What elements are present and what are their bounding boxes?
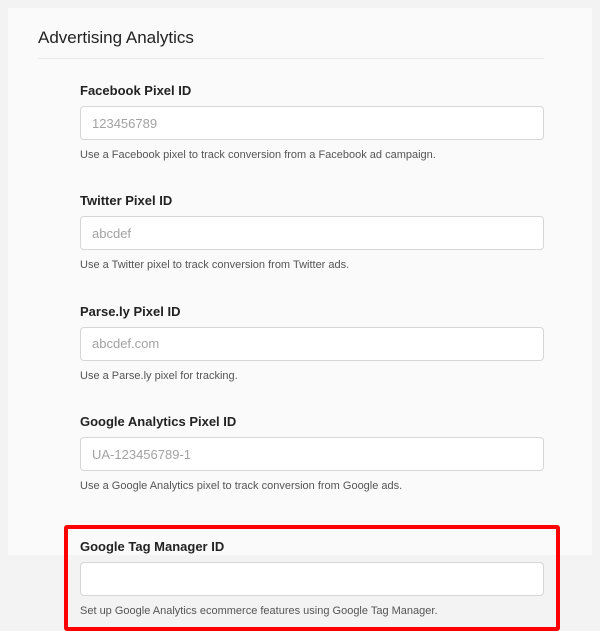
twitter-pixel-input[interactable] <box>80 216 544 250</box>
twitter-pixel-field: Twitter Pixel ID Use a Twitter pixel to … <box>80 193 544 273</box>
settings-panel: Advertising Analytics Facebook Pixel ID … <box>8 8 592 555</box>
facebook-pixel-field: Facebook Pixel ID Use a Facebook pixel t… <box>80 83 544 163</box>
google-analytics-input[interactable] <box>80 437 544 471</box>
gtm-field: Google Tag Manager ID Set up Google Anal… <box>80 539 544 619</box>
google-analytics-field: Google Analytics Pixel ID Use a Google A… <box>80 414 544 494</box>
highlight-box: Google Tag Manager ID Set up Google Anal… <box>64 525 560 631</box>
facebook-pixel-help: Use a Facebook pixel to track conversion… <box>80 148 544 163</box>
twitter-pixel-help: Use a Twitter pixel to track conversion … <box>80 258 544 273</box>
parsely-pixel-label: Parse.ly Pixel ID <box>80 304 544 319</box>
gtm-help: Set up Google Analytics ecommerce featur… <box>80 604 544 619</box>
fields-container: Facebook Pixel ID Use a Facebook pixel t… <box>38 83 544 631</box>
google-analytics-help: Use a Google Analytics pixel to track co… <box>80 479 544 494</box>
parsely-pixel-input[interactable] <box>80 327 544 361</box>
page-title: Advertising Analytics <box>38 28 544 59</box>
parsely-pixel-help: Use a Parse.ly pixel for tracking. <box>80 369 544 384</box>
facebook-pixel-input[interactable] <box>80 106 544 140</box>
gtm-label: Google Tag Manager ID <box>80 539 544 554</box>
google-analytics-label: Google Analytics Pixel ID <box>80 414 544 429</box>
parsely-pixel-field: Parse.ly Pixel ID Use a Parse.ly pixel f… <box>80 304 544 384</box>
gtm-input[interactable] <box>80 562 544 596</box>
twitter-pixel-label: Twitter Pixel ID <box>80 193 544 208</box>
facebook-pixel-label: Facebook Pixel ID <box>80 83 544 98</box>
